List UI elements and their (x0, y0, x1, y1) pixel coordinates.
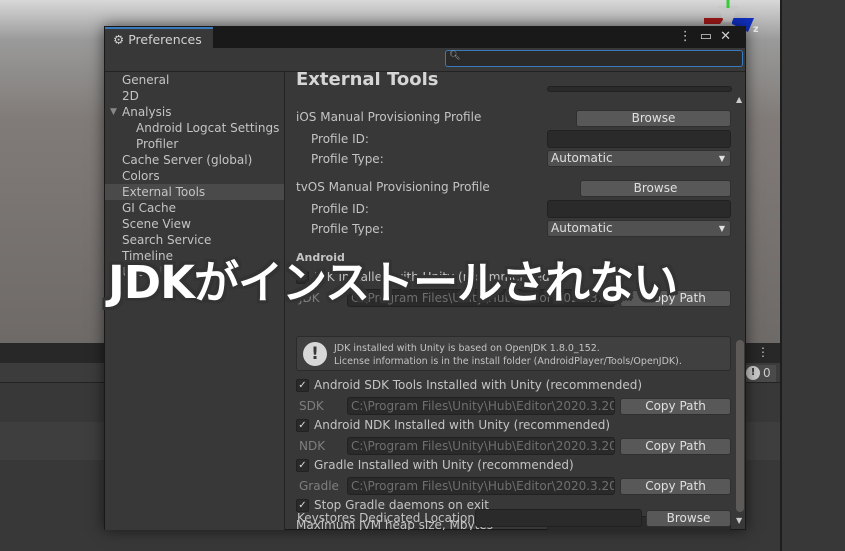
ios-section-title: iOS Manual Provisioning Profile (296, 110, 482, 124)
chevron-down-icon: ▼ (718, 154, 725, 163)
sidebar-item-analysis[interactable]: Analysis (122, 105, 171, 119)
panel-menu-icon[interactable]: ⋮ (757, 345, 769, 359)
ndk-label: NDK (299, 439, 326, 453)
sdk-path-field[interactable]: C:\Program Files\Unity\Hub\Editor\2020.3… (347, 397, 615, 415)
ios-profile-id-label: Profile ID: (311, 132, 369, 146)
sidebar-item-colors[interactable]: Colors (122, 169, 160, 183)
ndk-path-field[interactable]: C:\Program Files\Unity\Hub\Editor\2020.3… (347, 437, 615, 455)
vertical-scrollbar-thumb[interactable] (736, 340, 744, 512)
sidebar-item-profiler[interactable]: Profiler (136, 137, 178, 151)
warning-count: 0 (763, 366, 771, 380)
sdk-copy-path-button[interactable]: Copy Path (620, 398, 731, 415)
sidebar-item-cache-server[interactable]: Cache Server (global) (122, 153, 252, 167)
sidebar-item-scene-view[interactable]: Scene View (122, 217, 191, 231)
tvos-profile-id-field[interactable] (547, 200, 731, 218)
sidebar-item-gi-cache[interactable]: GI Cache (122, 201, 176, 215)
warning-counter[interactable]: ! 0 (746, 365, 776, 382)
warning-icon: ! (746, 366, 760, 380)
ios-profile-id-field[interactable] (547, 130, 731, 148)
dropdown-value: Automatic (551, 151, 613, 165)
ios-profile-type-label: Profile Type: (311, 152, 384, 166)
gradle-path-field[interactable]: C:\Program Files\Unity\Hub\Editor\2020.3… (347, 477, 615, 495)
sdk-label: SDK (299, 399, 324, 413)
page-title: External Tools (296, 72, 439, 90)
tvos-profile-type-dropdown[interactable]: Automatic ▼ (547, 220, 731, 237)
gradle-label: Gradle (299, 479, 339, 493)
inspector-panel (780, 0, 845, 551)
ndk-checkbox-label: Android NDK Installed with Unity (recomm… (314, 418, 611, 432)
search-input[interactable]: 🔍︎ (445, 50, 743, 67)
search-icon: 🔍︎ (449, 51, 461, 61)
scroll-down-icon[interactable]: ▼ (736, 516, 742, 525)
keystores-label: Keystores Dedicated Location (297, 511, 475, 525)
gradle-copy-path-button[interactable]: Copy Path (620, 478, 731, 495)
sidebar-item-android-logcat[interactable]: Android Logcat Settings (136, 121, 279, 135)
ios-browse-button[interactable]: Browse (576, 110, 731, 127)
gizmo-z-label: z (753, 24, 758, 32)
dropdown-value: Automatic (551, 221, 613, 235)
sdk-checkbox-label: Android SDK Tools Installed with Unity (… (314, 378, 643, 392)
gear-icon: ⚙ (113, 32, 125, 47)
more-icon[interactable]: ⋮ (679, 29, 700, 44)
ndk-checkbox[interactable]: ✓ (296, 419, 309, 432)
sidebar-item-2d[interactable]: 2D (122, 89, 139, 103)
tvos-profile-type-label: Profile Type: (311, 222, 384, 236)
window-title: Preferences (128, 32, 202, 47)
expand-triangle-icon[interactable]: ▼ (110, 107, 117, 117)
tvos-profile-id-label: Profile ID: (311, 202, 369, 216)
keystores-browse-button[interactable]: Browse (646, 510, 731, 527)
stop-gradle-label: Stop Gradle daemons on exit (314, 498, 489, 512)
overlay-caption: JDKがインストールされない (108, 256, 678, 309)
sidebar-item-general[interactable]: General (122, 73, 169, 87)
signing-team-field[interactable] (547, 86, 732, 92)
help-text: JDK installed with Unity is based on Ope… (334, 343, 682, 367)
sidebar-item-search-service[interactable]: Search Service (122, 233, 211, 247)
close-icon[interactable]: ✕ (720, 29, 739, 44)
keystores-field[interactable] (475, 509, 642, 527)
gradle-checkbox[interactable]: ✓ (296, 459, 309, 472)
tvos-section-title: tvOS Manual Provisioning Profile (296, 180, 490, 194)
scroll-up-icon[interactable]: ▲ (736, 95, 742, 104)
tvos-browse-button[interactable]: Browse (580, 180, 731, 197)
chevron-down-icon: ▼ (718, 224, 725, 233)
sidebar-item-external-tools[interactable]: External Tools (105, 184, 284, 200)
search-bar: 🔍︎ (105, 48, 745, 72)
warning-icon: ! (303, 342, 327, 366)
title-bar[interactable]: ⚙ Preferences ⋮▭✕ (105, 27, 745, 48)
jdk-help-box: ! JDK installed with Unity is based on O… (296, 336, 731, 371)
ndk-copy-path-button[interactable]: Copy Path (620, 438, 731, 455)
tab-preferences[interactable]: ⚙ Preferences (105, 27, 213, 48)
sdk-checkbox[interactable]: ✓ (296, 379, 309, 392)
gradle-checkbox-label: Gradle Installed with Unity (recommended… (314, 458, 574, 472)
maximize-icon[interactable]: ▭ (700, 29, 720, 44)
ios-profile-type-dropdown[interactable]: Automatic ▼ (547, 150, 731, 167)
